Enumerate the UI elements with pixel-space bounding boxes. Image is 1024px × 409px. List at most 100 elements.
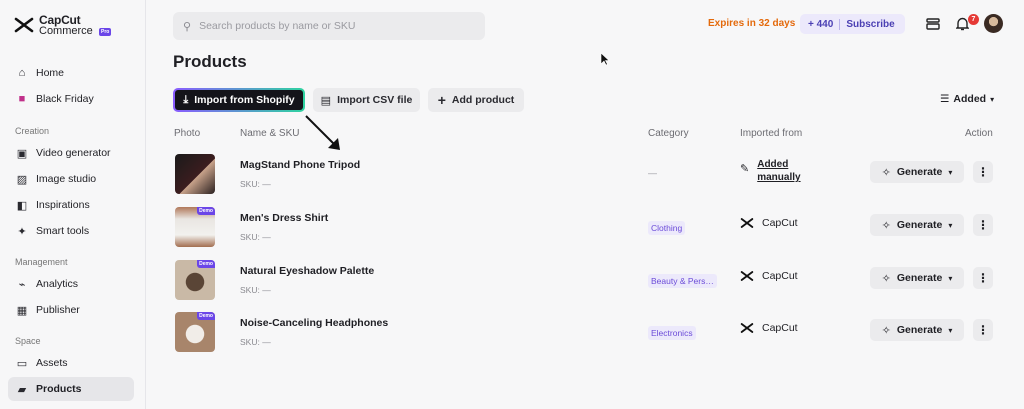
imported-label: CapCut — [762, 217, 798, 229]
generate-button[interactable]: ✧ Generate ▾ — [870, 161, 964, 183]
imported-label: Added manually — [757, 159, 801, 183]
chevron-down-icon: ▾ — [990, 94, 995, 104]
magic-icon: ✦ — [17, 225, 27, 238]
brand-subname: Commerce — [39, 25, 93, 37]
sidebar-item-label: Publisher — [36, 304, 80, 316]
imported-from: CapCut — [740, 217, 798, 229]
plus-icon: + — [437, 92, 446, 108]
section-label-creation: Creation — [15, 126, 50, 136]
analytics-icon: ⌁ — [18, 278, 26, 291]
sort-icon: ☰ — [940, 93, 950, 105]
video-icon: ▣ — [16, 147, 28, 160]
file-icon: ▤ — [320, 94, 332, 107]
search-icon: ⚲ — [183, 20, 192, 33]
table-row[interactable]: Demo Natural Eyeshadow Palette SKU: — Be… — [165, 258, 1005, 310]
sidebar: CapCut Commerce Pro ⌂ Home ■ Black Frida… — [0, 0, 146, 409]
divider — [839, 18, 841, 30]
sidebar-item-analytics[interactable]: ⌁ Analytics — [8, 272, 134, 296]
bag-icon: ▰ — [17, 383, 27, 396]
capcut-logo-icon — [14, 17, 34, 33]
product-thumbnail: Demo — [175, 312, 215, 352]
add-product-button[interactable]: + Add product — [428, 88, 524, 112]
annotation-arrow-icon — [305, 115, 340, 150]
table-row[interactable]: Demo Noise-Canceling Headphones SKU: — E… — [165, 310, 1005, 362]
search-input[interactable]: ⚲ Search products by name or SKU — [173, 12, 485, 40]
generate-button[interactable]: ✧ Generate ▾ — [870, 319, 964, 341]
page-title: Products — [173, 52, 247, 71]
magic-wand-icon: ✧ — [881, 272, 891, 285]
sidebar-item-publisher[interactable]: ▦ Publisher — [8, 298, 134, 322]
category-tag: Electronics — [648, 326, 696, 340]
column-header-action: Action — [965, 128, 993, 139]
more-options-icon[interactable]: ⋮ — [973, 161, 993, 183]
capcut-logo-icon — [740, 218, 754, 228]
credits-subscribe-pill[interactable]: + 440 Subscribe — [800, 14, 905, 34]
sidebar-item-label: Analytics — [36, 278, 79, 290]
download-icon: ⤓ — [183, 93, 189, 106]
sidebar-item-inspirations[interactable]: ◧ Inspirations — [8, 193, 134, 217]
product-name[interactable]: Men's Dress Shirt — [240, 212, 328, 224]
product-sku: SKU: — — [240, 337, 271, 347]
tray-icon[interactable] — [925, 16, 941, 32]
magic-wand-icon: ✧ — [881, 324, 891, 337]
sidebar-item-label: Products — [36, 383, 82, 395]
more-options-icon[interactable]: ⋮ — [973, 267, 993, 289]
magic-wand-icon: ✧ — [881, 219, 891, 232]
mouse-cursor-icon — [600, 52, 610, 66]
product-thumbnail — [175, 154, 215, 194]
button-label: Add product — [451, 94, 515, 106]
sidebar-item-video-generator[interactable]: ▣ Video generator — [8, 141, 134, 165]
imported-label: CapCut — [762, 270, 798, 282]
sidebar-item-products[interactable]: ▰ Products — [8, 377, 134, 401]
generate-label: Generate — [896, 166, 943, 178]
product-name[interactable]: Noise-Canceling Headphones — [240, 317, 388, 329]
home-icon: ⌂ — [18, 67, 26, 79]
table-row[interactable]: Demo Men's Dress Shirt SKU: — Clothing C… — [165, 205, 1005, 257]
imported-from: CapCut — [740, 270, 798, 282]
capcut-logo-icon — [740, 271, 754, 281]
avatar[interactable] — [984, 14, 1003, 33]
sidebar-item-label: Image studio — [36, 173, 97, 185]
generate-button[interactable]: ✧ Generate ▾ — [870, 267, 964, 289]
more-options-icon[interactable]: ⋮ — [973, 214, 993, 236]
magic-wand-icon: ✧ — [881, 166, 891, 179]
expiry-notice: Expires in 32 days — [708, 18, 796, 29]
sidebar-item-label: Inspirations — [36, 199, 90, 211]
import-from-shopify-button[interactable]: ⤓ Import from Shopify — [173, 88, 305, 112]
subscribe-button[interactable]: Subscribe — [846, 19, 894, 30]
category-empty: — — [648, 168, 657, 178]
product-sku: SKU: — — [240, 285, 271, 295]
product-sku: SKU: — — [240, 232, 271, 242]
product-thumbnail: Demo — [175, 207, 215, 247]
table-row[interactable]: MagStand Phone Tripod SKU: — — ✎ Added m… — [165, 152, 1005, 204]
product-thumbnail: Demo — [175, 260, 215, 300]
sidebar-item-smart-tools[interactable]: ✦ Smart tools — [8, 219, 134, 243]
sidebar-item-image-studio[interactable]: ▨ Image studio — [8, 167, 134, 191]
search-placeholder: Search products by name or SKU — [199, 20, 356, 32]
button-label: Import from Shopify — [194, 94, 295, 106]
column-header-photo: Photo — [174, 128, 201, 139]
product-name[interactable]: Natural Eyeshadow Palette — [240, 265, 374, 277]
gift-icon: ■ — [18, 93, 26, 105]
sidebar-item-black-friday[interactable]: ■ Black Friday — [8, 87, 134, 111]
import-csv-button[interactable]: ▤ Import CSV file — [313, 88, 420, 112]
sidebar-item-label: Home — [36, 67, 65, 79]
sidebar-item-label: Black Friday — [36, 93, 94, 105]
demo-badge: Demo — [197, 312, 215, 320]
sidebar-item-assets[interactable]: ▭ Assets — [8, 351, 134, 375]
capcut-commerce-logo[interactable]: CapCut Commerce Pro — [14, 12, 124, 38]
edit-doc-icon: ✎ — [740, 163, 750, 175]
pro-badge: Pro — [99, 28, 112, 36]
product-name[interactable]: MagStand Phone Tripod — [240, 159, 360, 171]
sidebar-item-home[interactable]: ⌂ Home — [8, 61, 134, 85]
generate-button[interactable]: ✧ Generate ▾ — [870, 214, 964, 236]
sort-dropdown[interactable]: ☰ Added ▾ — [940, 93, 994, 105]
more-options-icon[interactable]: ⋮ — [973, 319, 993, 341]
notification-count-badge: 7 — [968, 14, 979, 25]
section-label-management: Management — [15, 257, 68, 267]
section-label-space: Space — [15, 336, 41, 346]
generate-label: Generate — [896, 272, 943, 284]
image-icon: ▨ — [16, 173, 28, 186]
chevron-down-icon: ▾ — [948, 220, 953, 230]
imported-from: CapCut — [740, 322, 798, 334]
